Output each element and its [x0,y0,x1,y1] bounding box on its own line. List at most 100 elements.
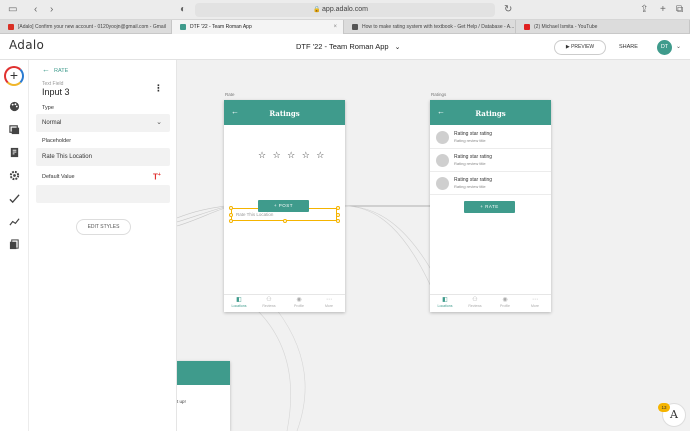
tab-label: More [531,304,539,308]
resize-handle[interactable] [229,219,233,223]
left-toolbar: + [0,60,29,431]
tab-forum[interactable]: How to make rating system with textbook … [344,20,516,34]
screen-label-ratings[interactable]: Ratings [431,92,446,97]
placeholder-value: Rate This Location [42,154,92,160]
tab-more[interactable]: ⋯ More [520,297,550,308]
avatar [436,154,449,167]
star-rating[interactable]: ☆ ☆ ☆ ☆ ☆ [258,150,326,161]
tab-label: Reviews [262,304,276,308]
post-button[interactable]: + POST [258,200,309,212]
tab-locations[interactable]: ◧ Locations [224,297,254,308]
tab-adalo[interactable]: DTF '22 - Team Roman App × [172,20,344,34]
builder-canvas[interactable]: Rate ← Ratings ☆ ☆ ☆ ☆ ☆ Rate This Locat… [177,60,690,431]
screen-header [177,361,230,385]
tab-title: [Adalo] Confirm your new account - 0120y… [18,24,166,30]
version-history-icon[interactable] [8,238,20,250]
screens-icon[interactable] [8,123,20,135]
screen-ratings[interactable]: ← Ratings Rating star rating Rating revi… [430,100,551,312]
publish-check-icon[interactable] [8,192,20,204]
resize-handle[interactable] [336,206,340,210]
add-component-button[interactable]: + [4,66,24,86]
user-icon: ◉ [502,297,508,303]
tab-title: How to make rating system with textbook … [362,24,515,30]
default-value-label: Default Value [42,174,75,180]
list-item[interactable]: Rating star rating Rating review title [430,149,551,172]
shield-icon[interactable]: ◐ [180,3,186,17]
screen-title: Ratings [475,109,506,118]
avatar[interactable]: DT [657,40,672,55]
share-icon[interactable]: ⇪ [640,3,648,17]
more-icon: ⋯ [532,297,538,303]
screen-header[interactable]: ← Ratings [430,100,551,125]
address-bar[interactable]: 🔒 app.adalo.com [195,3,495,17]
list-item[interactable]: Rating star rating Rating review title [430,172,551,195]
back-to-screen-link[interactable]: ← RATE [42,65,68,74]
resize-handle[interactable] [229,206,233,210]
reload-icon[interactable]: ↻ [504,3,512,17]
resize-handle[interactable] [336,213,340,217]
analytics-icon[interactable] [8,215,20,227]
chevron-down-icon[interactable]: ⌄ [676,43,681,50]
tab-more[interactable]: ⋯ More [314,297,344,308]
tab-locations[interactable]: ◧ Locations [430,297,460,308]
people-icon: ⚇ [266,297,272,303]
resize-handle[interactable] [336,219,340,223]
people-icon: ⚇ [472,297,478,303]
more-icon: ⋯ [326,297,332,303]
tab-label: Reviews [468,304,482,308]
palette-icon[interactable] [8,100,20,112]
forum-favicon-icon [352,24,358,30]
gear-icon[interactable] [8,169,20,181]
back-icon[interactable]: ‹ [34,3,37,17]
tab-overview-icon[interactable]: ⧉ [676,3,683,17]
resize-handle[interactable] [283,219,287,223]
chevron-down-icon: ⌄ [156,119,162,126]
screen-header[interactable]: ← Ratings [224,100,345,125]
new-tab-icon[interactable]: + [660,3,666,17]
tab-profile[interactable]: ◉ Profile [284,297,314,308]
close-tab-icon[interactable]: × [333,20,337,34]
list-item[interactable]: Rating star rating Rating review title [430,126,551,149]
placeholder-input[interactable]: Rate This Location [36,148,170,166]
arrow-left-icon: ← [42,65,50,74]
tab-label: Locations [231,304,247,308]
list-item-title: Rating star rating [454,131,493,137]
edit-styles-button[interactable]: EDIT STYLES [76,219,131,235]
youtube-icon [524,24,530,30]
share-button[interactable]: SHARE [619,44,638,50]
rate-button[interactable]: + RATE [464,201,515,213]
database-icon[interactable] [8,146,20,158]
tab-youtube[interactable]: (2) Michael Ismita - YouTube [516,20,690,34]
bottom-tab-bar: ◧ Locations ⚇ Reviews ◉ Profile ⋯ More [224,294,345,312]
gmail-icon [8,24,14,30]
list-item-subtitle: Rating review title [454,138,486,143]
notification-count-badge: 13 [658,403,670,412]
magic-text-icon[interactable]: T+ [153,172,161,182]
tab-reviews[interactable]: ⚇ Reviews [254,297,284,308]
tab-profile[interactable]: ◉ Profile [490,297,520,308]
more-options-icon[interactable]: ⋮ [154,83,163,94]
url-text: app.adalo.com [322,6,368,13]
placeholder-label: Placeholder [42,138,72,144]
screen-partial[interactable]: t up! [177,361,230,431]
type-select[interactable]: Normal ⌄ [36,114,170,132]
type-value: Normal [42,120,62,126]
sidebar-toggle-icon[interactable]: ▭ [8,3,17,17]
chevron-down-icon: ⌄ [394,44,401,51]
screen-rate[interactable]: ← Ratings ☆ ☆ ☆ ☆ ☆ Rate This Location +… [224,100,345,312]
resize-handle[interactable] [229,213,233,217]
screen-label-rate[interactable]: Rate [225,92,235,97]
adalo-logo[interactable]: Adalo [9,38,44,52]
avatar [436,131,449,144]
forward-icon[interactable]: › [50,3,53,17]
component-name[interactable]: Input 3 [42,87,70,97]
app-switcher[interactable]: DTF '22 - Team Roman App ⌄ [296,42,400,51]
component-properties-panel: ← RATE Text Field Input 3 ⋮ Type Normal ⌄… [29,60,177,431]
browser-toolbar: ▭ ‹ › ◐ 🔒 app.adalo.com ↻ ⇪ + ⧉ [0,0,690,20]
tab-reviews[interactable]: ⚇ Reviews [460,297,490,308]
preview-button[interactable]: ▶ PREVIEW [554,40,606,55]
list-item-title: Rating star rating [454,154,493,160]
default-value-input[interactable] [36,185,170,203]
tab-gmail[interactable]: [Adalo] Confirm your new account - 0120y… [0,20,172,34]
adalo-help-icon: A [670,408,678,421]
